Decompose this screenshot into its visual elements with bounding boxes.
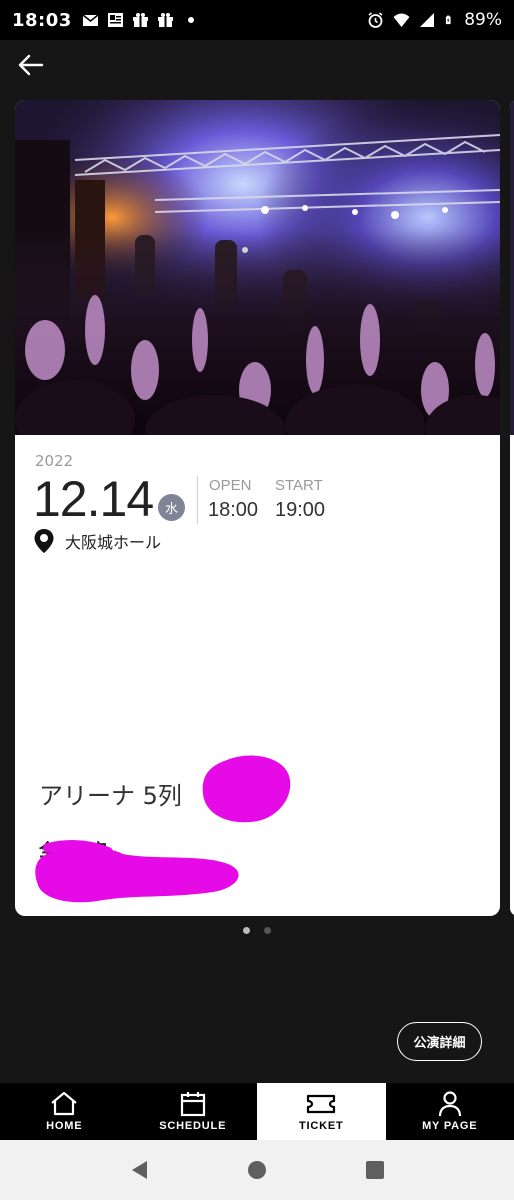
redaction-scribble [202,755,291,823]
home-icon [51,1091,77,1116]
back-triangle-icon [132,1161,147,1179]
nav-item-schedule[interactable]: SCHEDULE [129,1083,258,1140]
nav-label-home: HOME [46,1120,83,1132]
weekday-badge: 水 [158,494,185,521]
gift-icon [157,13,173,27]
system-home-button[interactable] [242,1155,272,1185]
nav-item-ticket[interactable]: TICKET [257,1083,386,1140]
ticket-card[interactable]: 2022 12.14 水 OPEN START 18:00 19:00 大阪城ホ… [15,100,500,916]
battery-icon [446,15,451,25]
calendar-icon [180,1092,205,1117]
nav-label-mypage: MY PAGE [422,1120,478,1132]
start-label: START [275,477,323,494]
event-date: 12.14 [33,471,154,527]
recents-square-icon [366,1161,384,1179]
venue-row: 大阪城ホール [33,528,161,554]
start-time: 19:00 [275,499,326,521]
nav-item-home[interactable]: HOME [0,1083,129,1140]
system-back-button[interactable] [124,1155,154,1185]
gift-icon [132,13,148,27]
signal-icon [420,13,435,27]
wifi-icon [393,13,410,27]
bottom-nav: HOME SCHEDULE TICKET MY PAGE [0,1083,514,1140]
carousel-dot-active[interactable] [243,927,250,934]
status-bar: 18:03 89% [0,0,514,40]
mail-icon [82,14,99,26]
nav-item-mypage[interactable]: MY PAGE [386,1083,514,1140]
battery-percent: 89% [464,10,502,30]
ticket-icon [307,1094,336,1114]
status-time: 18:03 [12,9,72,31]
person-icon [438,1091,461,1117]
event-details-button[interactable]: 公演詳細 [397,1022,482,1061]
arrow-left-icon [18,54,44,76]
seat-info: アリーナ 5列 [39,782,182,810]
concert-photo [15,100,500,435]
open-label: OPEN [209,477,252,494]
nav-label-ticket: TICKET [298,1120,344,1132]
home-circle-icon [248,1161,266,1179]
location-pin-icon [34,529,54,553]
system-recents-button[interactable] [360,1155,390,1185]
alarm-icon [368,12,383,28]
carousel-dot[interactable] [264,927,271,934]
seat-type: 全席指定 [39,841,107,861]
event-year: 2022 [35,452,74,470]
open-time: 18:00 [208,499,259,521]
venue-name: 大阪城ホール [65,533,162,552]
back-button[interactable] [14,50,48,80]
system-nav-bar [0,1140,514,1200]
news-icon [107,13,123,27]
next-ticket-card-peek[interactable] [510,100,514,916]
nav-label-schedule: SCHEDULE [159,1120,227,1132]
notification-dot [187,17,194,23]
time-divider [197,476,198,524]
carousel-indicator [243,927,271,934]
